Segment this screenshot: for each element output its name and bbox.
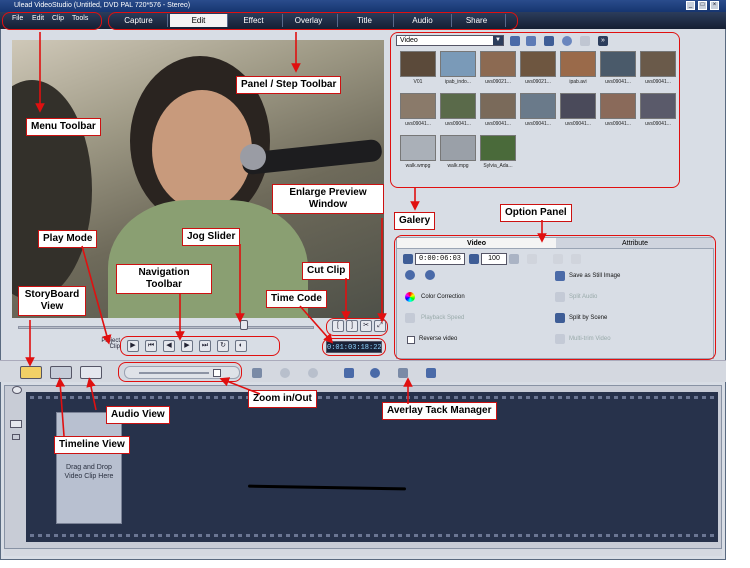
arrow-play-mode: [81, 245, 112, 345]
arrow-time-code: [299, 305, 334, 344]
arrow-audio-view: [86, 377, 97, 411]
arrow-timeline-view: [55, 377, 66, 437]
arrow-zoom: [219, 377, 261, 395]
annotation-arrows: [25, 32, 547, 437]
